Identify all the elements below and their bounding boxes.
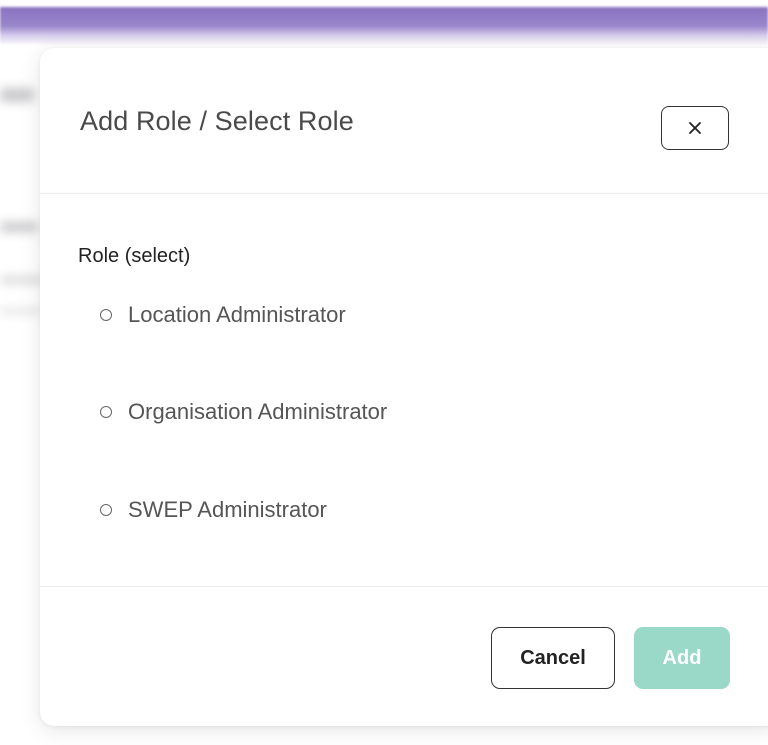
radio-option-location-administrator[interactable]: Location Administrator bbox=[100, 302, 346, 328]
dialog-header: Add Role / Select Role bbox=[40, 48, 768, 194]
cancel-button[interactable]: Cancel bbox=[491, 627, 615, 689]
radio-option-swep-administrator[interactable]: SWEP Administrator bbox=[100, 497, 327, 523]
dialog-footer: Cancel Add bbox=[40, 586, 768, 727]
add-button[interactable]: Add bbox=[634, 627, 730, 689]
radio-button[interactable] bbox=[100, 309, 112, 321]
radio-option-label: SWEP Administrator bbox=[128, 497, 327, 522]
background-blur bbox=[0, 276, 44, 284]
radio-option-organisation-administrator[interactable]: Organisation Administrator bbox=[100, 399, 387, 425]
add-role-dialog: Add Role / Select Role Role (select) Loc… bbox=[40, 48, 768, 726]
radio-option-label: Location Administrator bbox=[128, 302, 346, 327]
background-blur bbox=[0, 222, 38, 232]
background-blur bbox=[0, 88, 34, 102]
radio-button[interactable] bbox=[100, 504, 112, 516]
close-button[interactable] bbox=[661, 106, 729, 150]
dialog-title: Add Role / Select Role bbox=[80, 106, 354, 136]
radio-button[interactable] bbox=[100, 406, 112, 418]
app-header-band bbox=[0, 0, 768, 44]
background-blur bbox=[0, 308, 42, 314]
radio-option-label: Organisation Administrator bbox=[128, 399, 388, 424]
close-icon bbox=[689, 122, 701, 134]
role-field-label: Role (select) bbox=[78, 245, 191, 267]
